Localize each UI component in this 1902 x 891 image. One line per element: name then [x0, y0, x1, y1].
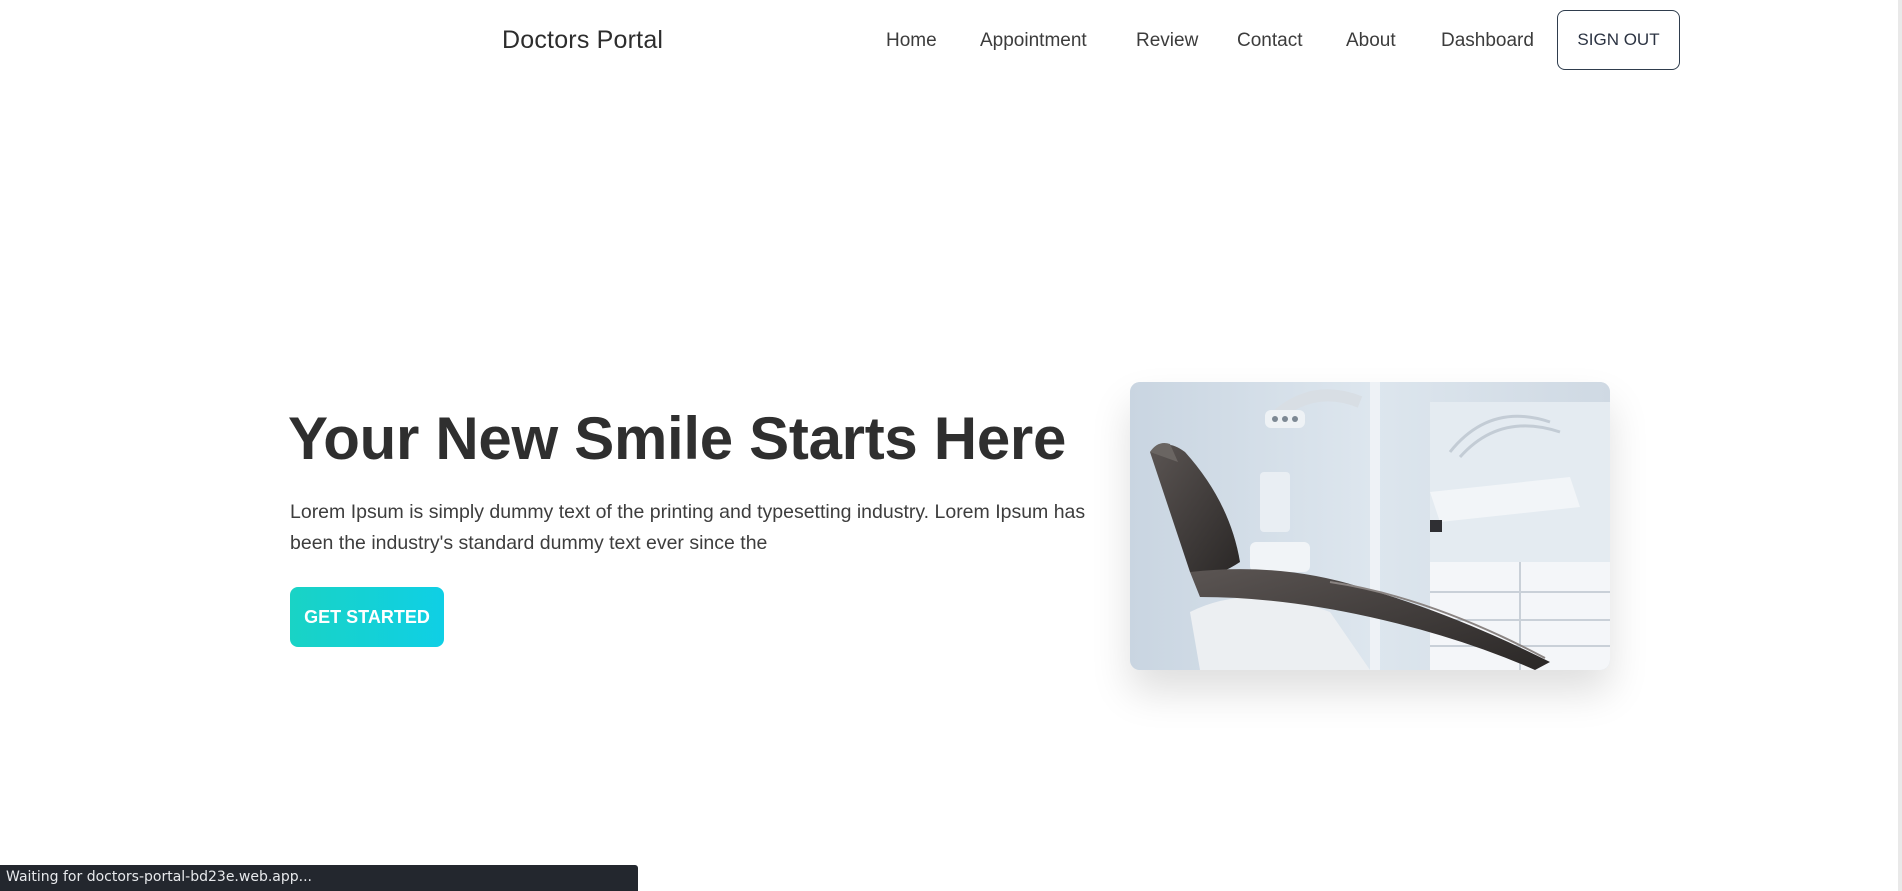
hero-title: Your New Smile Starts Here	[288, 405, 1067, 472]
navbar: Doctors Portal Home Appointment Review C…	[0, 0, 1902, 82]
sign-out-button[interactable]: SIGN OUT	[1557, 10, 1680, 70]
nav-link-review[interactable]: Review	[1136, 30, 1198, 52]
get-started-button[interactable]: GET STARTED	[290, 587, 444, 647]
nav-link-appointment[interactable]: Appointment	[980, 30, 1087, 52]
nav-link-about[interactable]: About	[1346, 30, 1396, 52]
nav-link-dashboard[interactable]: Dashboard	[1441, 30, 1534, 52]
browser-status-bar: Waiting for doctors-portal-bd23e.web.app…	[0, 865, 638, 891]
scrollbar[interactable]	[1898, 0, 1902, 891]
nav-link-home[interactable]: Home	[886, 30, 937, 52]
nav-link-contact[interactable]: Contact	[1237, 30, 1302, 52]
hero-description: Lorem Ipsum is simply dummy text of the …	[290, 501, 1086, 554]
dental-chair-image	[1130, 382, 1610, 670]
